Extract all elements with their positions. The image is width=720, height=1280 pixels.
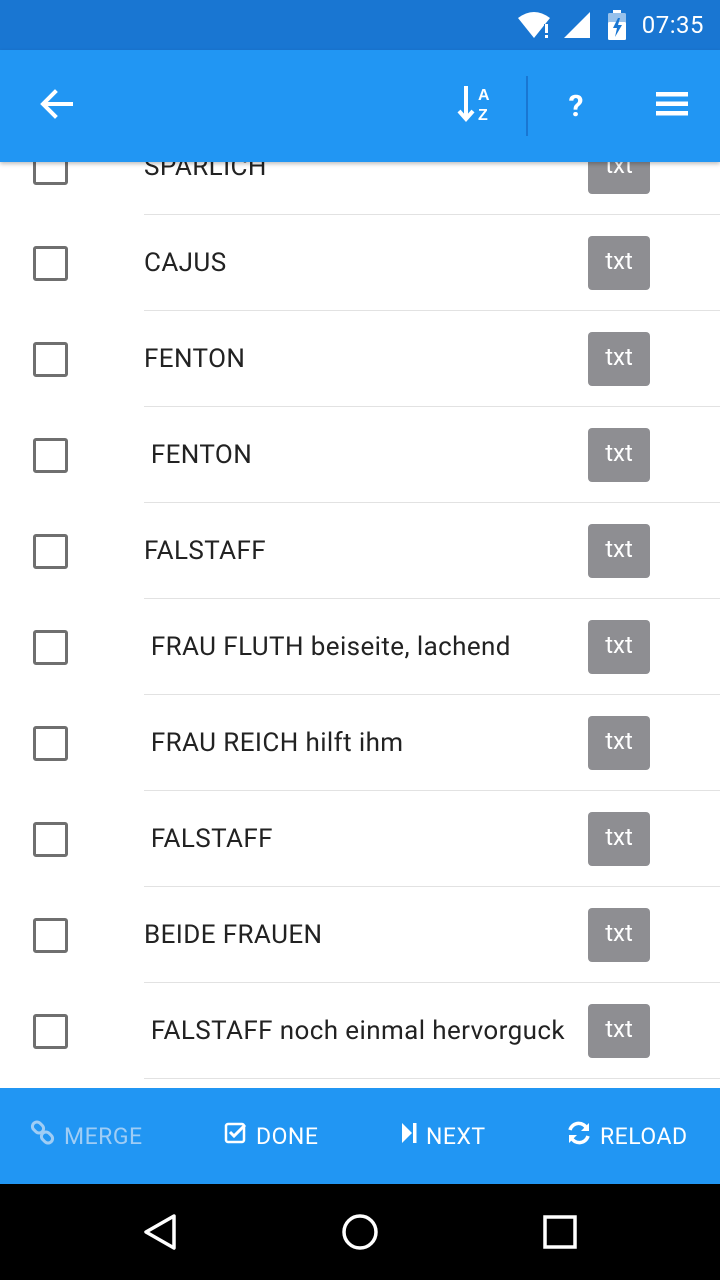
- cell-signal-icon: [562, 10, 592, 44]
- list-row: BEIDE FRAUEN txt: [0, 887, 720, 983]
- row-label: FRAU FLUTH beiseite, lachend: [144, 632, 511, 662]
- row-label: SPÄRLICH: [144, 162, 267, 182]
- row-checkbox[interactable]: [33, 726, 68, 761]
- row-checkbox[interactable]: [33, 630, 68, 665]
- refresh-icon: [566, 1120, 600, 1152]
- txt-button[interactable]: txt: [588, 332, 650, 386]
- character-list: SPÄRLICH txt CAJUS txt FENTON txt FENTON…: [0, 162, 720, 1088]
- txt-button[interactable]: txt: [588, 428, 650, 482]
- row-checkbox[interactable]: [33, 342, 68, 377]
- nav-home-icon[interactable]: [340, 1212, 380, 1256]
- list-row: FALSTAFF txt: [0, 503, 720, 599]
- txt-button[interactable]: txt: [588, 236, 650, 290]
- list-row: FRAU REICH hilft ihm txt: [0, 695, 720, 791]
- arrow-back-icon: [38, 86, 74, 126]
- txt-button[interactable]: txt: [588, 162, 650, 194]
- sort-letter-a: A: [478, 87, 490, 104]
- nav-back-icon[interactable]: [140, 1212, 180, 1256]
- list-row: SPÄRLICH txt: [0, 162, 720, 215]
- next-button[interactable]: NEXT: [400, 1088, 486, 1184]
- battery-charging-icon: [606, 10, 630, 44]
- txt-button[interactable]: txt: [588, 524, 650, 578]
- list-row: FRAU FLUTH beiseite, lachend txt: [0, 599, 720, 695]
- reload-button[interactable]: RELOAD: [566, 1088, 688, 1184]
- done-label: DONE: [256, 1122, 319, 1150]
- txt-button[interactable]: txt: [588, 716, 650, 770]
- list-row: FENTON txt: [0, 311, 720, 407]
- app-bar: A Z ?: [0, 50, 720, 162]
- row-checkbox[interactable]: [33, 162, 68, 185]
- list-row: CAJUS txt: [0, 215, 720, 311]
- row-checkbox[interactable]: [33, 246, 68, 281]
- list-row: FALSTAFF noch einmal hervorguck txt: [0, 983, 720, 1079]
- txt-button[interactable]: txt: [588, 812, 650, 866]
- row-label: FALSTAFF noch einmal hervorguck: [144, 1016, 565, 1046]
- sort-button[interactable]: A Z: [440, 50, 512, 162]
- skip-next-icon: [400, 1121, 426, 1151]
- row-checkbox[interactable]: [33, 918, 68, 953]
- txt-button[interactable]: txt: [588, 620, 650, 674]
- row-divider: [144, 1078, 720, 1079]
- sort-az-icon: A Z: [456, 84, 496, 128]
- help-button[interactable]: ?: [540, 50, 612, 162]
- reload-label: RELOAD: [600, 1122, 688, 1150]
- txt-button[interactable]: txt: [588, 908, 650, 962]
- row-checkbox[interactable]: [33, 822, 68, 857]
- row-checkbox[interactable]: [33, 438, 68, 473]
- row-label: BEIDE FRAUEN: [144, 920, 323, 950]
- hamburger-menu-icon: [656, 90, 688, 122]
- row-checkbox[interactable]: [33, 534, 68, 569]
- list-row: FALSTAFF txt: [0, 791, 720, 887]
- row-checkbox[interactable]: [33, 1014, 68, 1049]
- link-icon: [30, 1120, 64, 1152]
- row-label: CAJUS: [144, 248, 227, 278]
- row-label: FENTON: [144, 344, 246, 374]
- merge-label: MERGE: [64, 1122, 143, 1150]
- row-label: FENTON: [144, 440, 253, 470]
- txt-button[interactable]: txt: [588, 1004, 650, 1058]
- check-box-icon: [224, 1121, 256, 1151]
- status-time: 07:35: [641, 11, 704, 39]
- row-label: FALSTAFF: [144, 824, 273, 854]
- menu-button[interactable]: [636, 50, 708, 162]
- next-label: NEXT: [426, 1122, 486, 1150]
- action-bar: MERGE DONE NEXT RELOAD: [0, 1088, 720, 1184]
- nav-recents-icon[interactable]: [542, 1212, 578, 1256]
- help-label: ?: [568, 88, 584, 124]
- back-button[interactable]: [16, 50, 96, 162]
- row-label: FALSTAFF: [144, 536, 267, 566]
- merge-button[interactable]: MERGE: [30, 1088, 143, 1184]
- wifi-alert-icon: [516, 10, 556, 44]
- system-nav-bar: [0, 1184, 720, 1280]
- sort-letter-z: Z: [478, 107, 488, 124]
- status-bar: 07:35: [0, 0, 720, 50]
- list-row: FENTON txt: [0, 407, 720, 503]
- done-button[interactable]: DONE: [224, 1088, 318, 1184]
- row-label: FRAU REICH hilft ihm: [144, 728, 404, 758]
- app-bar-divider: [526, 76, 528, 136]
